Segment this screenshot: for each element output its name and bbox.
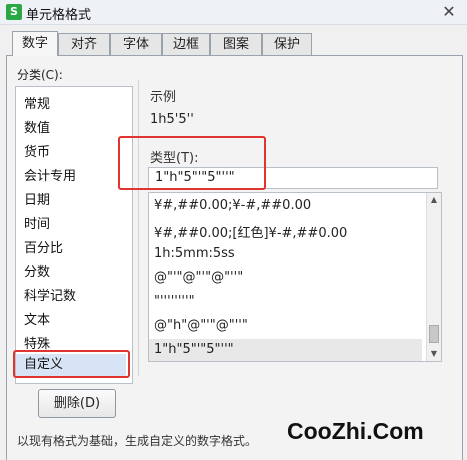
format-list[interactable]: ¥#,##0.00;¥-#,##0.00 ¥#,##0.00;[红色]¥-#,#…: [148, 192, 442, 362]
window-title: 单元格格式: [26, 8, 92, 23]
format-item-selected[interactable]: 1"h"5"'"5"''": [149, 339, 422, 361]
category-item-date[interactable]: 日期: [24, 189, 50, 208]
category-item-number[interactable]: 数值: [24, 117, 50, 136]
format-item[interactable]: ¥#,##0.00;¥-#,##0.00: [154, 198, 311, 213]
tab-pattern[interactable]: 图案: [210, 33, 262, 55]
category-item-scientific[interactable]: 科学记数: [24, 285, 76, 304]
category-item-text[interactable]: 文本: [24, 309, 50, 328]
format-item[interactable]: "''''''''": [154, 294, 195, 309]
close-icon[interactable]: ✕: [439, 2, 459, 22]
category-item-custom[interactable]: 自定义: [16, 354, 126, 376]
category-item-general[interactable]: 常规: [24, 93, 50, 112]
type-label: 类型(T):: [150, 151, 199, 166]
category-item-percentage[interactable]: 百分比: [24, 237, 63, 256]
scroll-up-icon[interactable]: ▲: [427, 193, 441, 207]
category-item-currency[interactable]: 货币: [24, 141, 50, 160]
delete-button[interactable]: 删除(D): [38, 389, 116, 418]
category-item-time[interactable]: 时间: [24, 213, 50, 232]
category-item-accounting[interactable]: 会计专用: [24, 165, 76, 184]
tab-font[interactable]: 字体: [110, 33, 162, 55]
tab-border[interactable]: 边框: [162, 33, 210, 55]
type-input[interactable]: 1"h"5"'"5"''": [148, 167, 438, 189]
tab-protection[interactable]: 保护: [262, 33, 312, 55]
format-item[interactable]: @"h"@"'"@"''": [154, 318, 248, 333]
category-label: 分类(C):: [17, 68, 63, 82]
category-item-special[interactable]: 特殊: [24, 333, 50, 352]
scroll-thumb[interactable]: [429, 325, 439, 343]
sample-label: 示例: [150, 90, 177, 105]
format-list-scrollbar[interactable]: ▲ ▼: [426, 193, 441, 361]
watermark: CooZhi.Com: [287, 418, 424, 444]
format-item[interactable]: ¥#,##0.00;[红色]¥-#,##0.00: [154, 222, 347, 241]
scroll-down-icon[interactable]: ▼: [427, 347, 441, 361]
format-item[interactable]: @"'"@"'"@"''": [154, 270, 243, 285]
sample-value: 1h5'5'': [150, 112, 194, 127]
category-item-fraction[interactable]: 分数: [24, 261, 50, 280]
app-icon: S: [6, 4, 22, 20]
tab-alignment[interactable]: 对齐: [58, 33, 110, 55]
hint-text: 以现有格式为基础，生成自定义的数字格式。: [17, 434, 258, 448]
title-bar: S 单元格格式 ✕: [0, 0, 467, 25]
format-item[interactable]: 1h:5mm:5ss: [154, 246, 235, 261]
category-list[interactable]: 常规 数值 货币 会计专用 日期 时间 百分比 分数 科学记数 文本 特殊 自定…: [15, 86, 133, 384]
tab-number[interactable]: 数字: [12, 31, 58, 56]
